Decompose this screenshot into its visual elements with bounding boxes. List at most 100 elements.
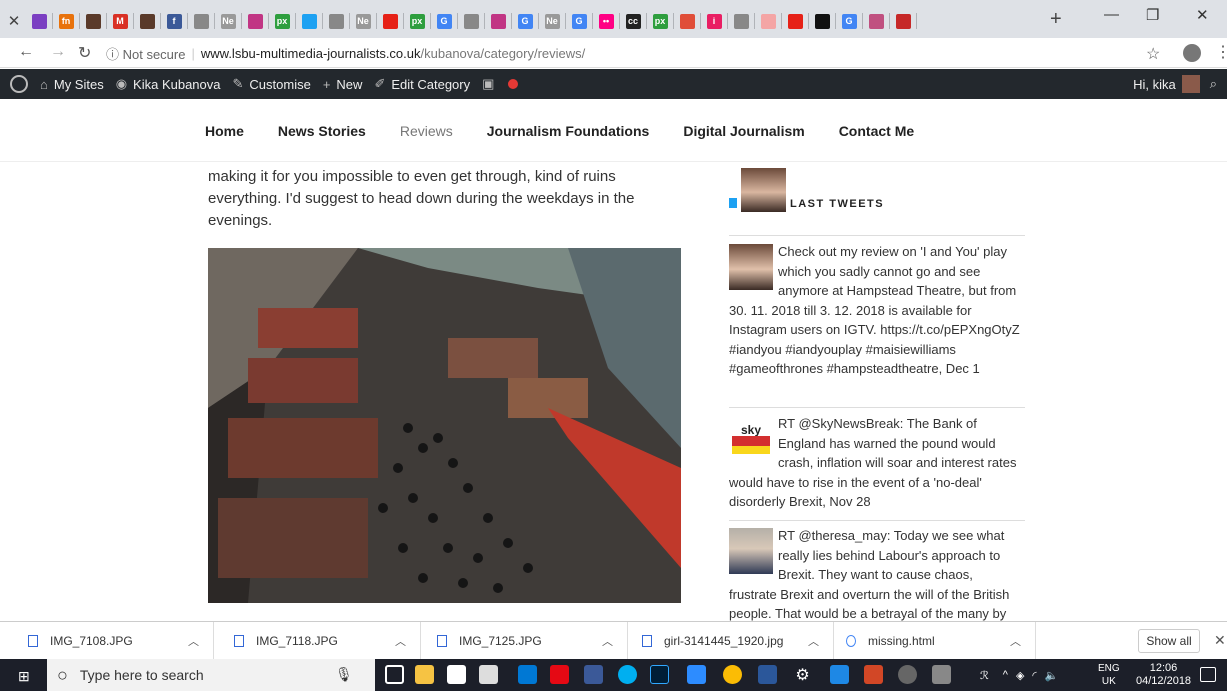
clock[interactable]: 12:06 04/12/2018 <box>1136 662 1191 688</box>
site-name-menu[interactable]: ◉ Kika Kubanova <box>116 76 221 92</box>
wifi-icon[interactable]: ◜ <box>1032 669 1036 682</box>
paint-icon[interactable] <box>932 665 951 684</box>
edit-category-link[interactable]: ✐ Edit Category <box>374 76 470 92</box>
url-input[interactable]: ⓘ Not secure | www.lsbu-multimedia-journ… <box>106 42 1196 64</box>
back-button[interactable]: ← <box>18 43 34 61</box>
nav-journalism-foundations[interactable]: Journalism Foundations <box>487 123 650 139</box>
settings-gear-icon[interactable]: ⚙ <box>793 665 812 684</box>
sky-news-logo[interactable]: sky <box>729 416 773 462</box>
reload-button[interactable]: ↻ <box>78 43 91 63</box>
close-downloads-icon[interactable]: ✕ <box>1214 632 1226 649</box>
cc-icon[interactable]: cc <box>622 10 644 32</box>
nav-reviews[interactable]: Reviews <box>400 123 453 139</box>
seo-menu[interactable]: ▣ <box>482 76 500 92</box>
download-item[interactable]: missing.html ︿ <box>834 622 1036 660</box>
pdf-icon[interactable] <box>757 10 779 32</box>
tweet-avatar[interactable] <box>729 244 773 290</box>
download-item[interactable]: IMG_7108.JPG ︿ <box>0 622 214 660</box>
px-icon[interactable]: px <box>649 10 671 32</box>
new-menu[interactable]: + New <box>323 77 363 92</box>
youtube-icon[interactable] <box>784 10 806 32</box>
instagram-icon[interactable] <box>244 10 266 32</box>
twitter-icon[interactable] <box>298 10 320 32</box>
bookmark-star-icon[interactable]: ☆ <box>1146 44 1160 64</box>
windows-start-icon[interactable]: ⊞ <box>18 668 30 685</box>
photos-icon[interactable] <box>687 665 706 684</box>
doc-icon[interactable] <box>190 10 212 32</box>
doc-icon[interactable] <box>460 10 482 32</box>
nav-digital-journalism[interactable]: Digital Journalism <box>683 123 804 139</box>
mail-icon[interactable] <box>479 665 498 684</box>
chevron-up-icon[interactable]: ︿ <box>188 633 199 649</box>
file-explorer-icon[interactable] <box>415 665 434 684</box>
photoshop-icon[interactable] <box>650 665 669 684</box>
chrome-icon[interactable] <box>723 665 742 684</box>
app-icon[interactable] <box>830 665 849 684</box>
word-icon[interactable] <box>758 665 777 684</box>
task-view-icon[interactable] <box>385 665 404 684</box>
facebook-icon[interactable]: f <box>163 10 185 32</box>
chevron-up-icon[interactable]: ︿ <box>1010 633 1021 649</box>
google-icon[interactable]: G <box>433 10 455 32</box>
browser-profile-icon[interactable] <box>1183 44 1201 62</box>
purple-icon[interactable] <box>28 10 50 32</box>
news-icon[interactable]: Ne <box>217 10 239 32</box>
chevron-up-icon[interactable]: ^ <box>1003 669 1008 681</box>
download-item[interactable]: IMG_7125.JPG ︿ <box>421 622 628 660</box>
outlook-icon[interactable] <box>518 665 537 684</box>
chevron-up-icon[interactable]: ︿ <box>395 633 406 649</box>
minimize-button[interactable]: — <box>1104 6 1119 23</box>
profile-icon[interactable] <box>136 10 158 32</box>
google-icon[interactable]: G <box>514 10 536 32</box>
profile-avatar[interactable] <box>741 168 786 212</box>
red-circle-icon[interactable] <box>892 10 914 32</box>
game-icon[interactable] <box>898 665 917 684</box>
doc-icon[interactable] <box>730 10 752 32</box>
people-icon[interactable]: ℛ <box>980 669 989 682</box>
microphone-icon[interactable]: 🎙 <box>335 666 353 683</box>
close-tab-icon[interactable]: ✕ <box>0 12 28 30</box>
facebook-app-icon[interactable] <box>584 665 603 684</box>
news-icon[interactable]: Ne <box>541 10 563 32</box>
profile-icon[interactable] <box>82 10 104 32</box>
px-icon[interactable]: px <box>406 10 428 32</box>
skype-icon[interactable] <box>618 665 637 684</box>
close-window-button[interactable]: ✕ <box>1196 6 1209 24</box>
news-icon[interactable]: Ne <box>352 10 374 32</box>
my-account-menu[interactable]: Hi, kika ⌕ <box>1133 69 1217 99</box>
notification-icon[interactable] <box>1200 667 1216 682</box>
search-icon[interactable]: ⌕ <box>1210 76 1217 92</box>
app-icon[interactable] <box>676 10 698 32</box>
forward-button[interactable]: → <box>50 43 66 61</box>
nav-home[interactable]: Home <box>205 123 244 139</box>
show-all-button[interactable]: Show all <box>1138 629 1200 653</box>
powerpoint-icon[interactable] <box>864 665 883 684</box>
download-item[interactable]: IMG_7118.JPG ︿ <box>214 622 421 660</box>
chevron-up-icon[interactable]: ︿ <box>602 633 613 649</box>
flickr-icon[interactable]: •• <box>595 10 617 32</box>
google-icon[interactable]: G <box>838 10 860 32</box>
store-icon[interactable] <box>447 665 466 684</box>
google-icon[interactable]: G <box>568 10 590 32</box>
restore-button[interactable]: ❐ <box>1146 6 1159 24</box>
flag-icon[interactable] <box>811 10 833 32</box>
download-item[interactable]: girl-3141445_1920.jpg ︿ <box>628 622 834 660</box>
youtube-icon[interactable] <box>379 10 401 32</box>
nav-contact-me[interactable]: Contact Me <box>839 123 914 139</box>
security-indicator[interactable]: ⓘ Not secure <box>106 44 185 63</box>
chevron-up-icon[interactable]: ︿ <box>808 633 819 649</box>
tweet-avatar[interactable] <box>729 528 773 574</box>
nav-news-stories[interactable]: News Stories <box>278 123 366 139</box>
gmail-icon[interactable]: M <box>109 10 131 32</box>
px-icon[interactable]: px <box>271 10 293 32</box>
network-icon[interactable]: ◈ <box>1016 669 1024 682</box>
audio-icon[interactable] <box>325 10 347 32</box>
language-indicator[interactable]: ENG UK <box>1098 662 1120 688</box>
customise-link[interactable]: ✎ Customise <box>233 76 311 92</box>
my-sites-menu[interactable]: ⌂ My Sites <box>40 77 104 92</box>
netflix-icon[interactable] <box>550 665 569 684</box>
info-icon[interactable]: i <box>703 10 725 32</box>
browser-menu-icon[interactable]: ⋮ <box>1215 42 1227 62</box>
fn-icon[interactable]: fn <box>55 10 77 32</box>
wordpress-logo-icon[interactable] <box>10 75 28 93</box>
